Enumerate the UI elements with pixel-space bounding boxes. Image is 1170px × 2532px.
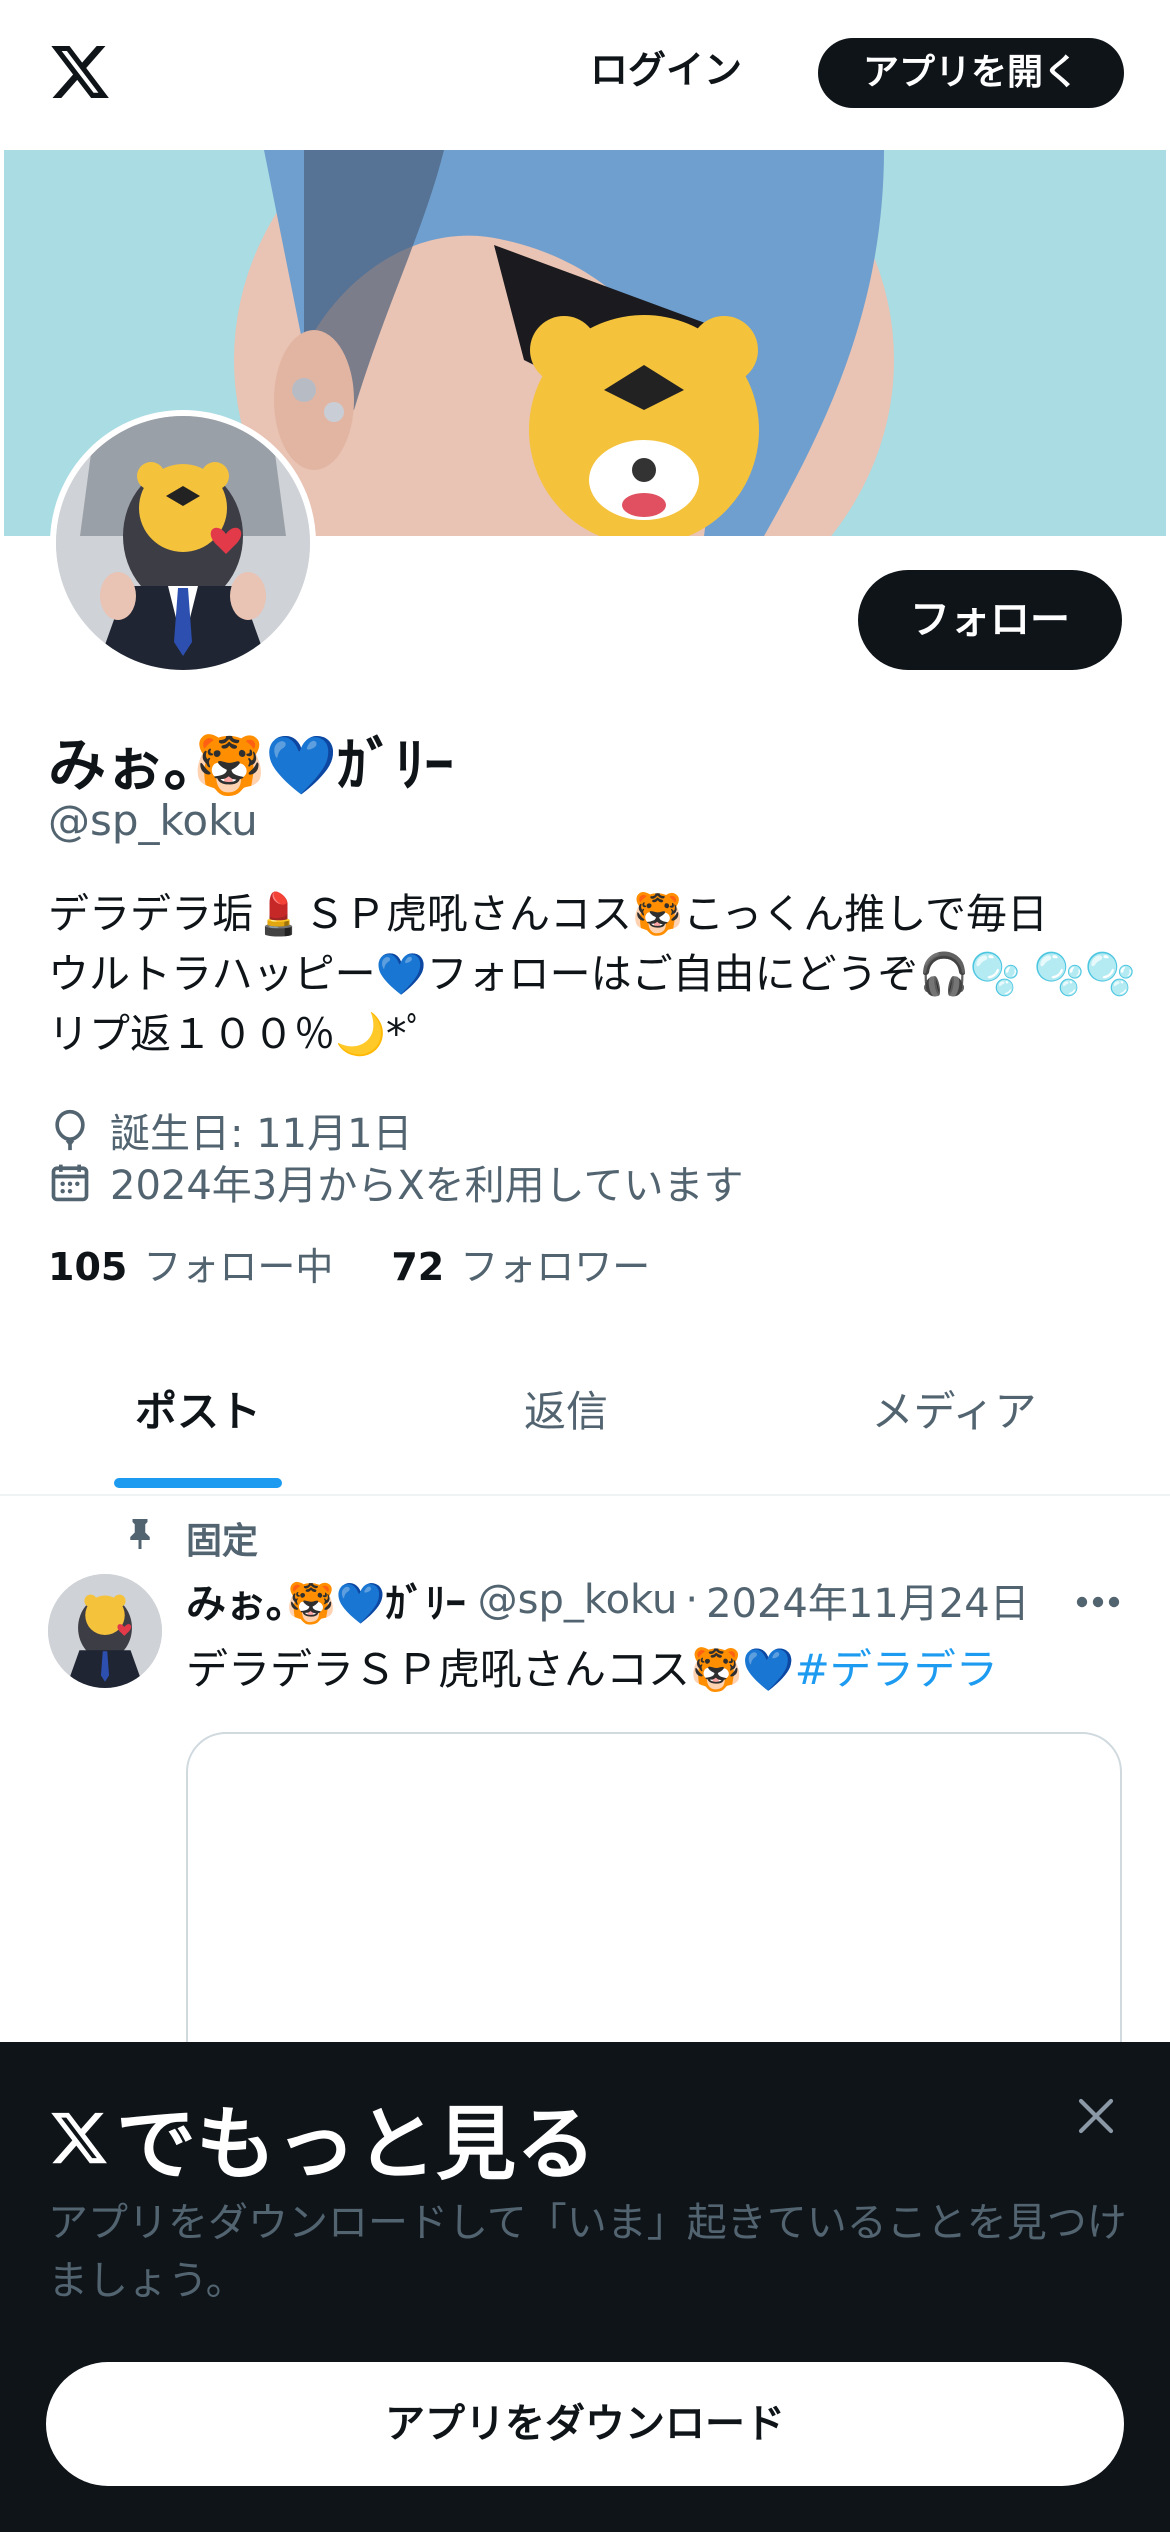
bio-line: デラデラ垢💄ＳＰ虎吼さんコス🐯こっくん推しで毎日	[48, 890, 1048, 938]
post-author-handle[interactable]: @sp_koku	[478, 1577, 678, 1623]
post-header: みぉ｡🐯💙ｶﾞﾘｰ @sp_koku · 2024年11月24日	[186, 1570, 1030, 1630]
followers-count: 72	[391, 1245, 445, 1289]
post-text: デラデラＳＰ虎吼さんコス🐯💙#デラデラ	[186, 1636, 998, 1697]
sheet-description: アプリをダウンロードして「いま」起きていることを見つけましょう。	[48, 2200, 1127, 2304]
followers-stat[interactable]: 72 フォロワー	[391, 1236, 650, 1291]
joined-row: 2024年3月からXを利用しています	[48, 1156, 744, 1209]
following-stat[interactable]: 105 フォロー中	[48, 1236, 333, 1291]
joined-text: 2024年3月からXを利用しています	[110, 1163, 744, 1209]
follow-stats: 105 フォロー中 72 フォロワー	[48, 1236, 708, 1291]
bio-line: リプ返１００％🌙*ﾟ	[48, 1010, 428, 1058]
hashtag-link[interactable]: #デラデラ	[795, 1645, 998, 1694]
profile-bio: デラデラ垢💄ＳＰ虎吼さんコス🐯こっくん推しで毎日 ウルトラハッピー💙フォローはご…	[48, 884, 1138, 1064]
calendar-icon	[51, 1164, 89, 1202]
close-icon[interactable]	[1076, 2096, 1116, 2136]
tab-media[interactable]: メディア	[814, 1340, 1094, 1494]
tab-replies[interactable]: 返信	[426, 1340, 706, 1494]
profile-avatar[interactable]	[50, 410, 316, 676]
post-body: デラデラＳＰ虎吼さんコス🐯💙	[186, 1645, 795, 1694]
active-tab-indicator	[114, 1478, 282, 1488]
top-bar: ログイン アプリを開く	[0, 0, 1170, 148]
profile-tabs: ポスト 返信 メディア	[0, 1340, 1170, 1496]
balloon-icon	[55, 1109, 85, 1151]
x-logo-icon	[51, 2112, 107, 2164]
download-app-button[interactable]: アプリをダウンロード	[46, 2362, 1124, 2486]
bio-line: ウルトラハッピー💙フォローはご自由にどうぞ🎧🫧 🫧🫧	[48, 950, 1136, 998]
post-date[interactable]: 2024年11月24日	[706, 1571, 1030, 1629]
post-author-name[interactable]: みぉ｡🐯💙ｶﾞﾘｰ	[186, 1571, 466, 1629]
sheet-title-text: でもっと見る	[116, 2098, 596, 2191]
login-link[interactable]: ログイン	[590, 38, 742, 102]
open-app-button[interactable]: アプリを開く	[818, 38, 1124, 108]
followers-label: フォロワー	[460, 1245, 651, 1289]
x-logo-icon[interactable]	[48, 40, 112, 104]
follow-button[interactable]: フォロー	[858, 570, 1122, 670]
following-label: フォロー中	[143, 1245, 334, 1289]
pinned-label: 固定	[186, 1521, 259, 1562]
post-avatar[interactable]	[48, 1574, 162, 1688]
birthday-row: 誕生日: 11月1日	[48, 1104, 413, 1157]
separator-dot: ·	[685, 1577, 699, 1623]
profile-handle: @sp_koku	[48, 796, 258, 845]
following-count: 105	[48, 1245, 128, 1289]
birthday-text: 誕生日: 11月1日	[110, 1111, 413, 1157]
tab-posts[interactable]: ポスト	[58, 1340, 338, 1494]
display-name: みぉ｡🐯💙ｶﾞﾘｰ	[48, 731, 454, 799]
sheet-title: でもっと見る	[48, 2080, 596, 2196]
more-options-icon[interactable]	[1072, 1582, 1124, 1622]
pin-icon	[130, 1519, 150, 1549]
